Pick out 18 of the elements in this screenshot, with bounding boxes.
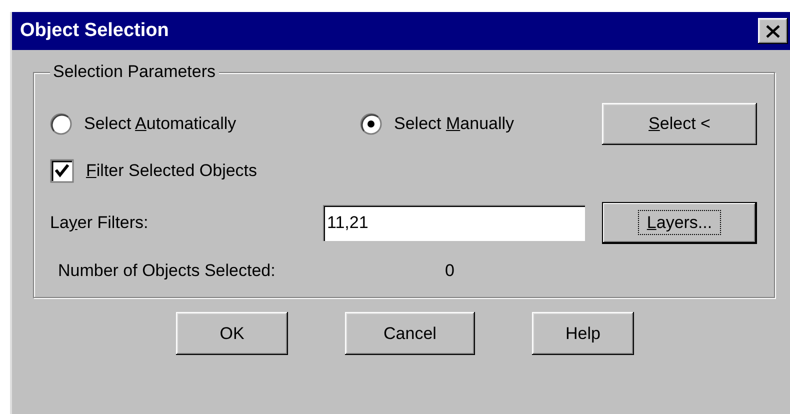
radio-label[interactable]: Select Automatically (84, 114, 236, 134)
select-button[interactable]: Select < (602, 103, 757, 145)
dialog-button[interactable]: Help (532, 312, 634, 355)
checkbox-label[interactable]: Filter Selected Objects (86, 161, 258, 181)
layer-filters-field[interactable]: 11,21 (323, 205, 585, 241)
radio-button[interactable] (50, 113, 72, 135)
window-title: Object Selection (20, 20, 169, 42)
radio-label[interactable]: Select Manually (394, 114, 514, 134)
dialog-button[interactable]: OK (176, 312, 288, 355)
radio-button[interactable] (360, 113, 382, 135)
dialog-button[interactable]: Cancel (345, 312, 475, 355)
checkbox[interactable] (50, 159, 74, 183)
close-icon (766, 24, 780, 38)
layer-filters-label: Layer Filters: (50, 213, 150, 233)
close-button[interactable] (758, 18, 788, 44)
layers-button[interactable]: Layers... (602, 202, 757, 244)
objects-count-value: 0 (444, 261, 456, 281)
objects-count-label: Number of Objects Selected: (57, 261, 276, 281)
